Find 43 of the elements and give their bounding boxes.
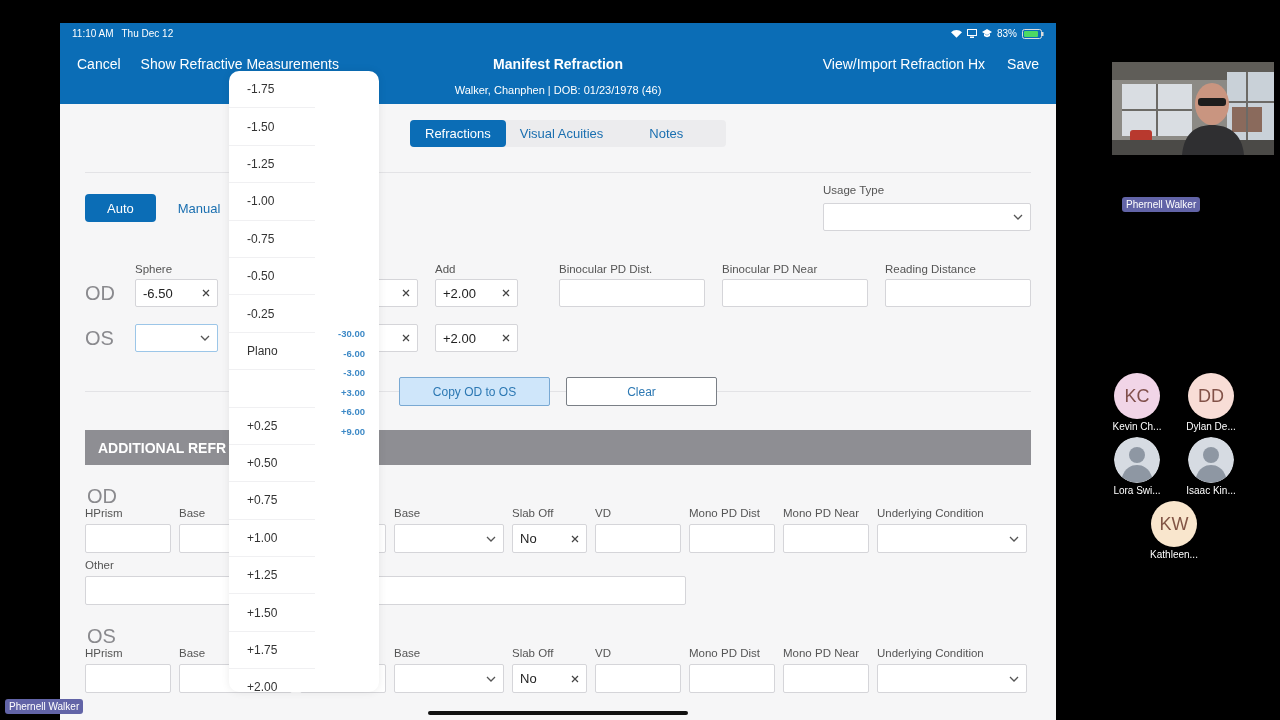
field-label: Other: [85, 559, 114, 572]
participant-name: Lora Swi...: [1113, 485, 1161, 496]
avatar: DD: [1188, 373, 1234, 419]
clock-time: 11:10 AM: [72, 28, 114, 39]
field-label: VD: [595, 507, 611, 520]
battery-percent: 83%: [997, 28, 1017, 39]
eye-label: OD: [85, 281, 116, 305]
field-label: Base: [394, 647, 421, 660]
field-label: Sphere: [135, 263, 174, 276]
field-label: Slab Off: [512, 507, 554, 520]
participant-name: Kathleen...: [1150, 549, 1198, 560]
participant-name: Kevin Ch...: [1112, 421, 1162, 432]
section-title: ADDITIONAL REFR: [98, 439, 227, 456]
field-label: Usage Type: [823, 184, 886, 197]
field-label: Reading Distance: [885, 263, 977, 276]
eye-label: OS: [86, 625, 116, 647]
field-label: Add: [435, 263, 457, 276]
field-label: Binocular PD Near: [722, 263, 819, 276]
participant-name: Dylan De...: [1186, 421, 1236, 432]
field-label: Mono PD Dist: [689, 647, 760, 660]
eye-label: OS: [85, 326, 115, 350]
name-badge: Phernell Walker: [5, 699, 84, 714]
field-label: HPrism: [85, 647, 123, 660]
field-label: Slab Off: [512, 647, 554, 660]
field-label: Base: [179, 507, 206, 520]
field-label: HPrism: [85, 507, 123, 520]
field-label: Mono PD Dist: [689, 507, 760, 520]
participant-name: Isaac Kin...: [1186, 485, 1236, 496]
field-label: Underlying Condition: [877, 647, 984, 660]
patient-info: Walker, Chanphen | DOB: 01/23/1978 (46): [454, 84, 662, 96]
avatar: KW: [1151, 501, 1197, 547]
date: Thu Dec 12: [121, 28, 174, 39]
field-label: Mono PD Near: [783, 507, 860, 520]
field-label: VD: [595, 647, 611, 660]
eye-label: OD: [86, 485, 117, 507]
screen-title: Manifest Refraction: [493, 56, 623, 72]
field-label: Base: [394, 507, 421, 520]
name-badge: Phernell Walker: [1122, 197, 1201, 212]
field-label: Binocular PD Dist.: [559, 263, 654, 276]
avatar: KC: [1114, 373, 1160, 419]
field-label: Mono PD Near: [783, 647, 860, 660]
field-label: Base: [179, 647, 206, 660]
field-label: Underlying Condition: [877, 507, 984, 520]
